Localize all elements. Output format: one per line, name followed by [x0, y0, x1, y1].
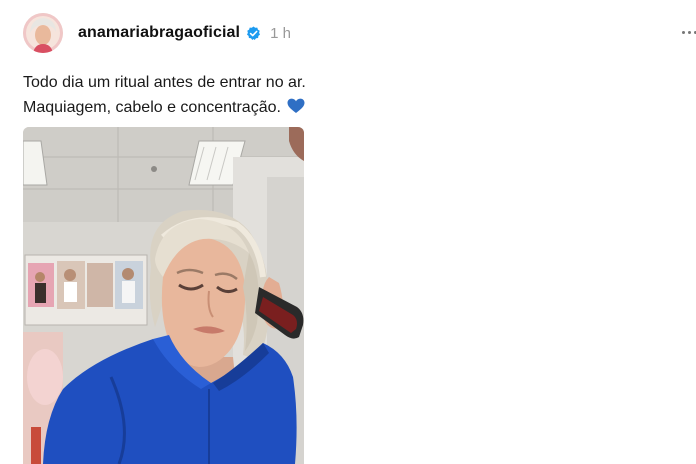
post-video[interactable]: [23, 127, 304, 464]
avatar[interactable]: [23, 13, 63, 53]
post-caption: Todo dia um ritual antes de entrar no ar…: [23, 70, 306, 120]
post-header: anamariabragaoficial 1 h: [78, 22, 291, 44]
blue-heart-icon: [287, 97, 305, 113]
username[interactable]: anamariabragaoficial: [78, 24, 240, 42]
post-card: anamariabragaoficial 1 h Todo dia um rit…: [0, 0, 696, 464]
caption-line-2: Maquiagem, cabelo e concentração.: [23, 95, 306, 120]
caption-line-2-text: Maquiagem, cabelo e concentração.: [23, 99, 281, 116]
post-timestamp: 1 h: [270, 24, 291, 42]
more-options-icon[interactable]: [682, 22, 696, 42]
verified-badge-icon: [246, 26, 261, 41]
caption-line-1: Todo dia um ritual antes de entrar no ar…: [23, 74, 306, 91]
avatar-image: [23, 13, 63, 53]
video-frame-image: [23, 127, 304, 464]
